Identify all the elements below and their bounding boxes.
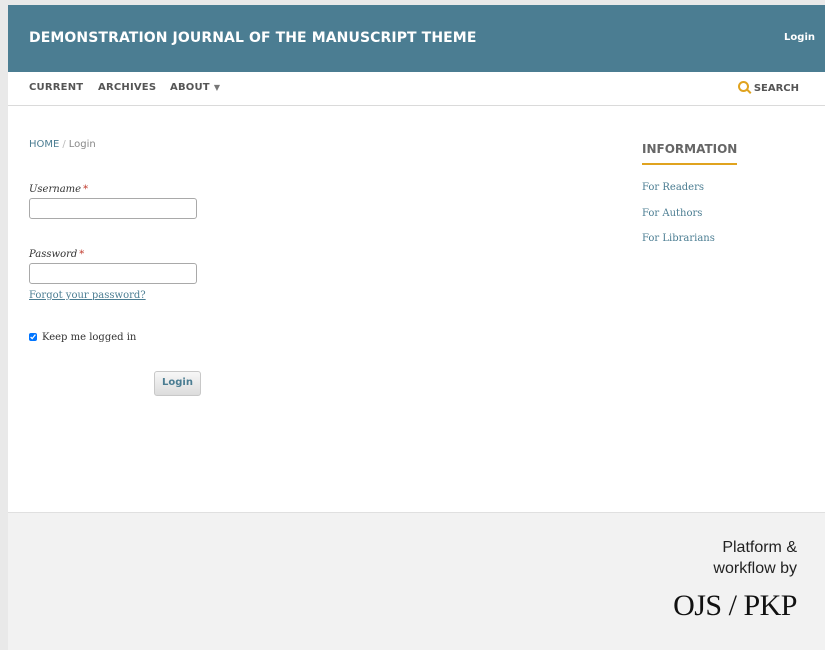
remember-me[interactable]: Keep me logged in [29,332,136,343]
nav-item-about[interactable]: ABOUT ▼ [170,82,220,93]
platform-credit-line2: workflow by [713,560,797,577]
site-footer: Platform & workflow by OJS / PKP [8,512,825,650]
platform-credit: Platform & workflow by [713,537,797,579]
breadcrumb-home[interactable]: HOME [29,139,59,150]
sidebar-title: INFORMATION [642,142,738,165]
page: DEMONSTRATION JOURNAL OF THE MANUSCRIPT … [8,5,825,650]
sidebar-link-librarians[interactable]: For Librarians [642,233,715,244]
forgot-password-link[interactable]: Forgot your password? [29,290,146,301]
search-icon [737,81,749,92]
nav-item-about-label: ABOUT [170,82,210,93]
username-input[interactable] [29,198,197,219]
required-marker: * [79,249,85,260]
breadcrumb-current: Login [68,139,96,150]
site-header: DEMONSTRATION JOURNAL OF THE MANUSCRIPT … [8,5,825,72]
remember-me-label: Keep me logged in [42,332,137,343]
chevron-down-icon: ▼ [213,83,221,92]
password-label: Password * [29,249,84,260]
username-label-text: Username [29,184,82,195]
password-label-text: Password [29,249,78,260]
password-input[interactable] [29,263,197,284]
login-button[interactable]: Login [154,371,201,396]
sidebar-link-readers[interactable]: For Readers [642,182,704,193]
breadcrumb: HOME / Login [29,139,96,150]
username-label: Username * [29,184,88,195]
remember-me-checkbox[interactable] [29,333,37,341]
search-label: SEARCH [753,83,799,94]
header-login-link[interactable]: Login [784,32,815,43]
nav-item-archives[interactable]: ARCHIVES [98,82,156,93]
sidebar-link-authors[interactable]: For Authors [642,208,702,219]
nav-item-current[interactable]: CURRENT [29,82,83,93]
search-link[interactable]: SEARCH [737,81,799,94]
ojs-pkp-logo[interactable]: OJS / PKP [673,589,797,623]
primary-nav: CURRENT ARCHIVES ABOUT ▼ SEARCH [8,72,825,106]
platform-credit-line1: Platform & [722,539,797,556]
required-marker: * [83,184,89,195]
journal-title[interactable]: DEMONSTRATION JOURNAL OF THE MANUSCRIPT … [29,30,477,46]
breadcrumb-separator: / [62,139,66,150]
